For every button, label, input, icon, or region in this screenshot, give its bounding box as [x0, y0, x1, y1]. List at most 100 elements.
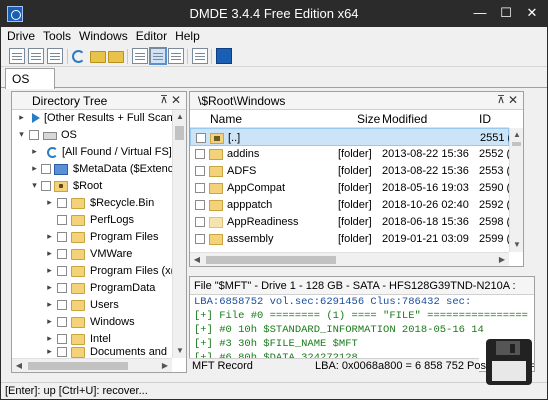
expand-icon[interactable]: ▸: [45, 266, 54, 275]
file-row[interactable]: addins [folder] 2013-08-22 15:36 2552 (1…: [190, 145, 520, 163]
file-row[interactable]: assembly [folder] 2019-01-21 03:09 2599 …: [190, 230, 520, 248]
expand-icon[interactable]: ▸: [45, 283, 54, 292]
tree-item[interactable]: ▸ VMWare: [12, 246, 174, 263]
tree-checkbox[interactable]: [57, 347, 67, 357]
open-folder-icon[interactable]: [90, 51, 106, 63]
scroll-up-icon[interactable]: ▲: [173, 110, 186, 124]
partitions-icon[interactable]: [28, 48, 44, 64]
window-icon[interactable]: [192, 48, 208, 64]
tree-checkbox[interactable]: [41, 181, 51, 191]
scroll-thumb[interactable]: [206, 256, 336, 264]
expand-icon[interactable]: ▸: [30, 164, 39, 173]
tree-item[interactable]: ▸ $Recycle.Bin: [12, 195, 174, 212]
pin-icon[interactable]: ⊼: [497, 93, 505, 106]
tree-checkbox[interactable]: [57, 317, 67, 327]
tree-checkbox[interactable]: [29, 130, 39, 140]
file-checkbox[interactable]: [195, 183, 205, 193]
tree-horizontal-scrollbar[interactable]: ◀ ▶: [12, 358, 172, 372]
open-drive-icon[interactable]: [9, 48, 25, 64]
scroll-thumb[interactable]: [28, 362, 128, 370]
tree-item[interactable]: ▸ [Other Results + Full Scan]: [12, 110, 176, 127]
refresh-icon[interactable]: [72, 50, 85, 63]
hex-view-icon[interactable]: [168, 48, 184, 64]
menu-tools[interactable]: Tools: [39, 27, 75, 43]
file-row[interactable]: [..] 2551 (1): [190, 128, 521, 146]
scroll-left-icon[interactable]: ◀: [12, 359, 26, 372]
new-folder-icon[interactable]: [108, 51, 124, 63]
tree-item[interactable]: ▾ $Root: [12, 178, 174, 195]
tree-checkbox[interactable]: [57, 198, 67, 208]
file-horizontal-scrollbar[interactable]: ◀ ▶: [190, 252, 509, 266]
column-modified[interactable]: Modified: [382, 112, 427, 126]
tree-checkbox[interactable]: [57, 300, 67, 310]
menu-drive[interactable]: Drive: [1, 27, 39, 43]
column-name[interactable]: Name: [210, 112, 242, 126]
expand-icon[interactable]: ▸: [45, 317, 54, 326]
file-checkbox[interactable]: [196, 133, 206, 143]
column-size[interactable]: Size: [357, 112, 380, 126]
file-row[interactable]: apppatch [folder] 2018-10-26 02:40 2592 …: [190, 196, 520, 214]
tree-checkbox[interactable]: [57, 232, 67, 242]
tree-item[interactable]: ▸ Program Files (x(: [12, 263, 174, 280]
tab-os[interactable]: OS: [5, 68, 55, 89]
tree-item[interactable]: ▸ Program Files: [12, 229, 174, 246]
tree-checkbox[interactable]: [57, 334, 67, 344]
file-checkbox[interactable]: [195, 217, 205, 227]
close-button[interactable]: ✕: [521, 3, 543, 23]
file-checkbox[interactable]: [195, 166, 205, 176]
scroll-down-icon[interactable]: ▼: [173, 344, 186, 358]
file-checkbox[interactable]: [195, 234, 205, 244]
expand-icon[interactable]: ▸: [45, 232, 54, 241]
scroll-left-icon[interactable]: ◀: [190, 253, 204, 266]
close-pane-icon[interactable]: ✕: [171, 93, 181, 107]
scroll-down-icon[interactable]: ▼: [510, 238, 523, 252]
tree-item[interactable]: ▸ [All Found / Virtual FS]: [12, 144, 174, 161]
scroll-up-icon[interactable]: ▲: [510, 128, 523, 142]
tree-item[interactable]: ▸ ProgramData: [12, 280, 174, 297]
panel-icon[interactable]: [132, 48, 148, 64]
expand-icon[interactable]: ▸: [45, 198, 54, 207]
dmde-icon[interactable]: [216, 48, 232, 64]
file-checkbox[interactable]: [195, 200, 205, 210]
tree-item[interactable]: ▾ OS: [12, 127, 174, 144]
expand-icon[interactable]: ▸: [30, 147, 39, 156]
menu-help[interactable]: Help: [171, 27, 204, 43]
expand-icon[interactable]: ▸: [45, 347, 54, 356]
expand-icon[interactable]: ▸: [45, 334, 54, 343]
scroll-thumb[interactable]: [175, 126, 184, 140]
file-row[interactable]: ADFS [folder] 2013-08-22 15:36 2553 (1): [190, 162, 520, 180]
hex-file-line[interactable]: [+] File #0 ======== (1) ==== "FILE" ===…: [194, 310, 528, 324]
scroll-right-icon[interactable]: ▶: [495, 253, 509, 266]
tree-item[interactable]: ▸ Windows: [12, 314, 174, 331]
menu-editor[interactable]: Editor: [132, 27, 171, 43]
tree-item[interactable]: ▸ $MetaData ($Extenc: [12, 161, 174, 178]
collapse-icon[interactable]: ▾: [17, 130, 26, 139]
tree-item[interactable]: PerfLogs: [12, 212, 174, 229]
expand-icon[interactable]: ▸: [17, 113, 26, 122]
hex-attribute-line[interactable]: [+] #3 30h $FILE_NAME $MFT: [194, 338, 358, 352]
menu-windows[interactable]: Windows: [75, 27, 132, 43]
file-row[interactable]: AppReadiness [folder] 2018-06-18 15:36 2…: [190, 213, 520, 231]
file-row[interactable]: AppCompat [folder] 2018-05-16 19:03 2590…: [190, 179, 520, 197]
pin-icon[interactable]: ⊼: [160, 93, 168, 106]
expand-icon[interactable]: ▸: [45, 249, 54, 258]
maximize-button[interactable]: ☐: [495, 3, 517, 23]
list-view-icon[interactable]: [149, 47, 167, 65]
tree-checkbox[interactable]: [41, 164, 51, 174]
minimize-button[interactable]: —: [469, 3, 491, 23]
hex-attribute-line[interactable]: [+] #0 10h $STANDARD_INFORMATION 2018-05…: [194, 324, 484, 338]
tree-vertical-scrollbar[interactable]: ▲ ▼: [172, 110, 186, 358]
collapse-icon[interactable]: ▾: [30, 181, 39, 190]
file-checkbox[interactable]: [195, 149, 205, 159]
tree-checkbox[interactable]: [57, 215, 67, 225]
expand-icon[interactable]: ▸: [45, 300, 54, 309]
column-id[interactable]: ID: [479, 112, 491, 126]
tree-item[interactable]: ▸ Users: [12, 297, 174, 314]
file-vertical-scrollbar[interactable]: ▲ ▼: [509, 128, 523, 252]
tree-checkbox[interactable]: [57, 283, 67, 293]
tree-checkbox[interactable]: [57, 249, 67, 259]
close-pane-icon[interactable]: ✕: [508, 93, 518, 107]
tree-checkbox[interactable]: [57, 266, 67, 276]
scroll-thumb[interactable]: [512, 142, 521, 146]
disk-image-icon[interactable]: [47, 48, 63, 64]
